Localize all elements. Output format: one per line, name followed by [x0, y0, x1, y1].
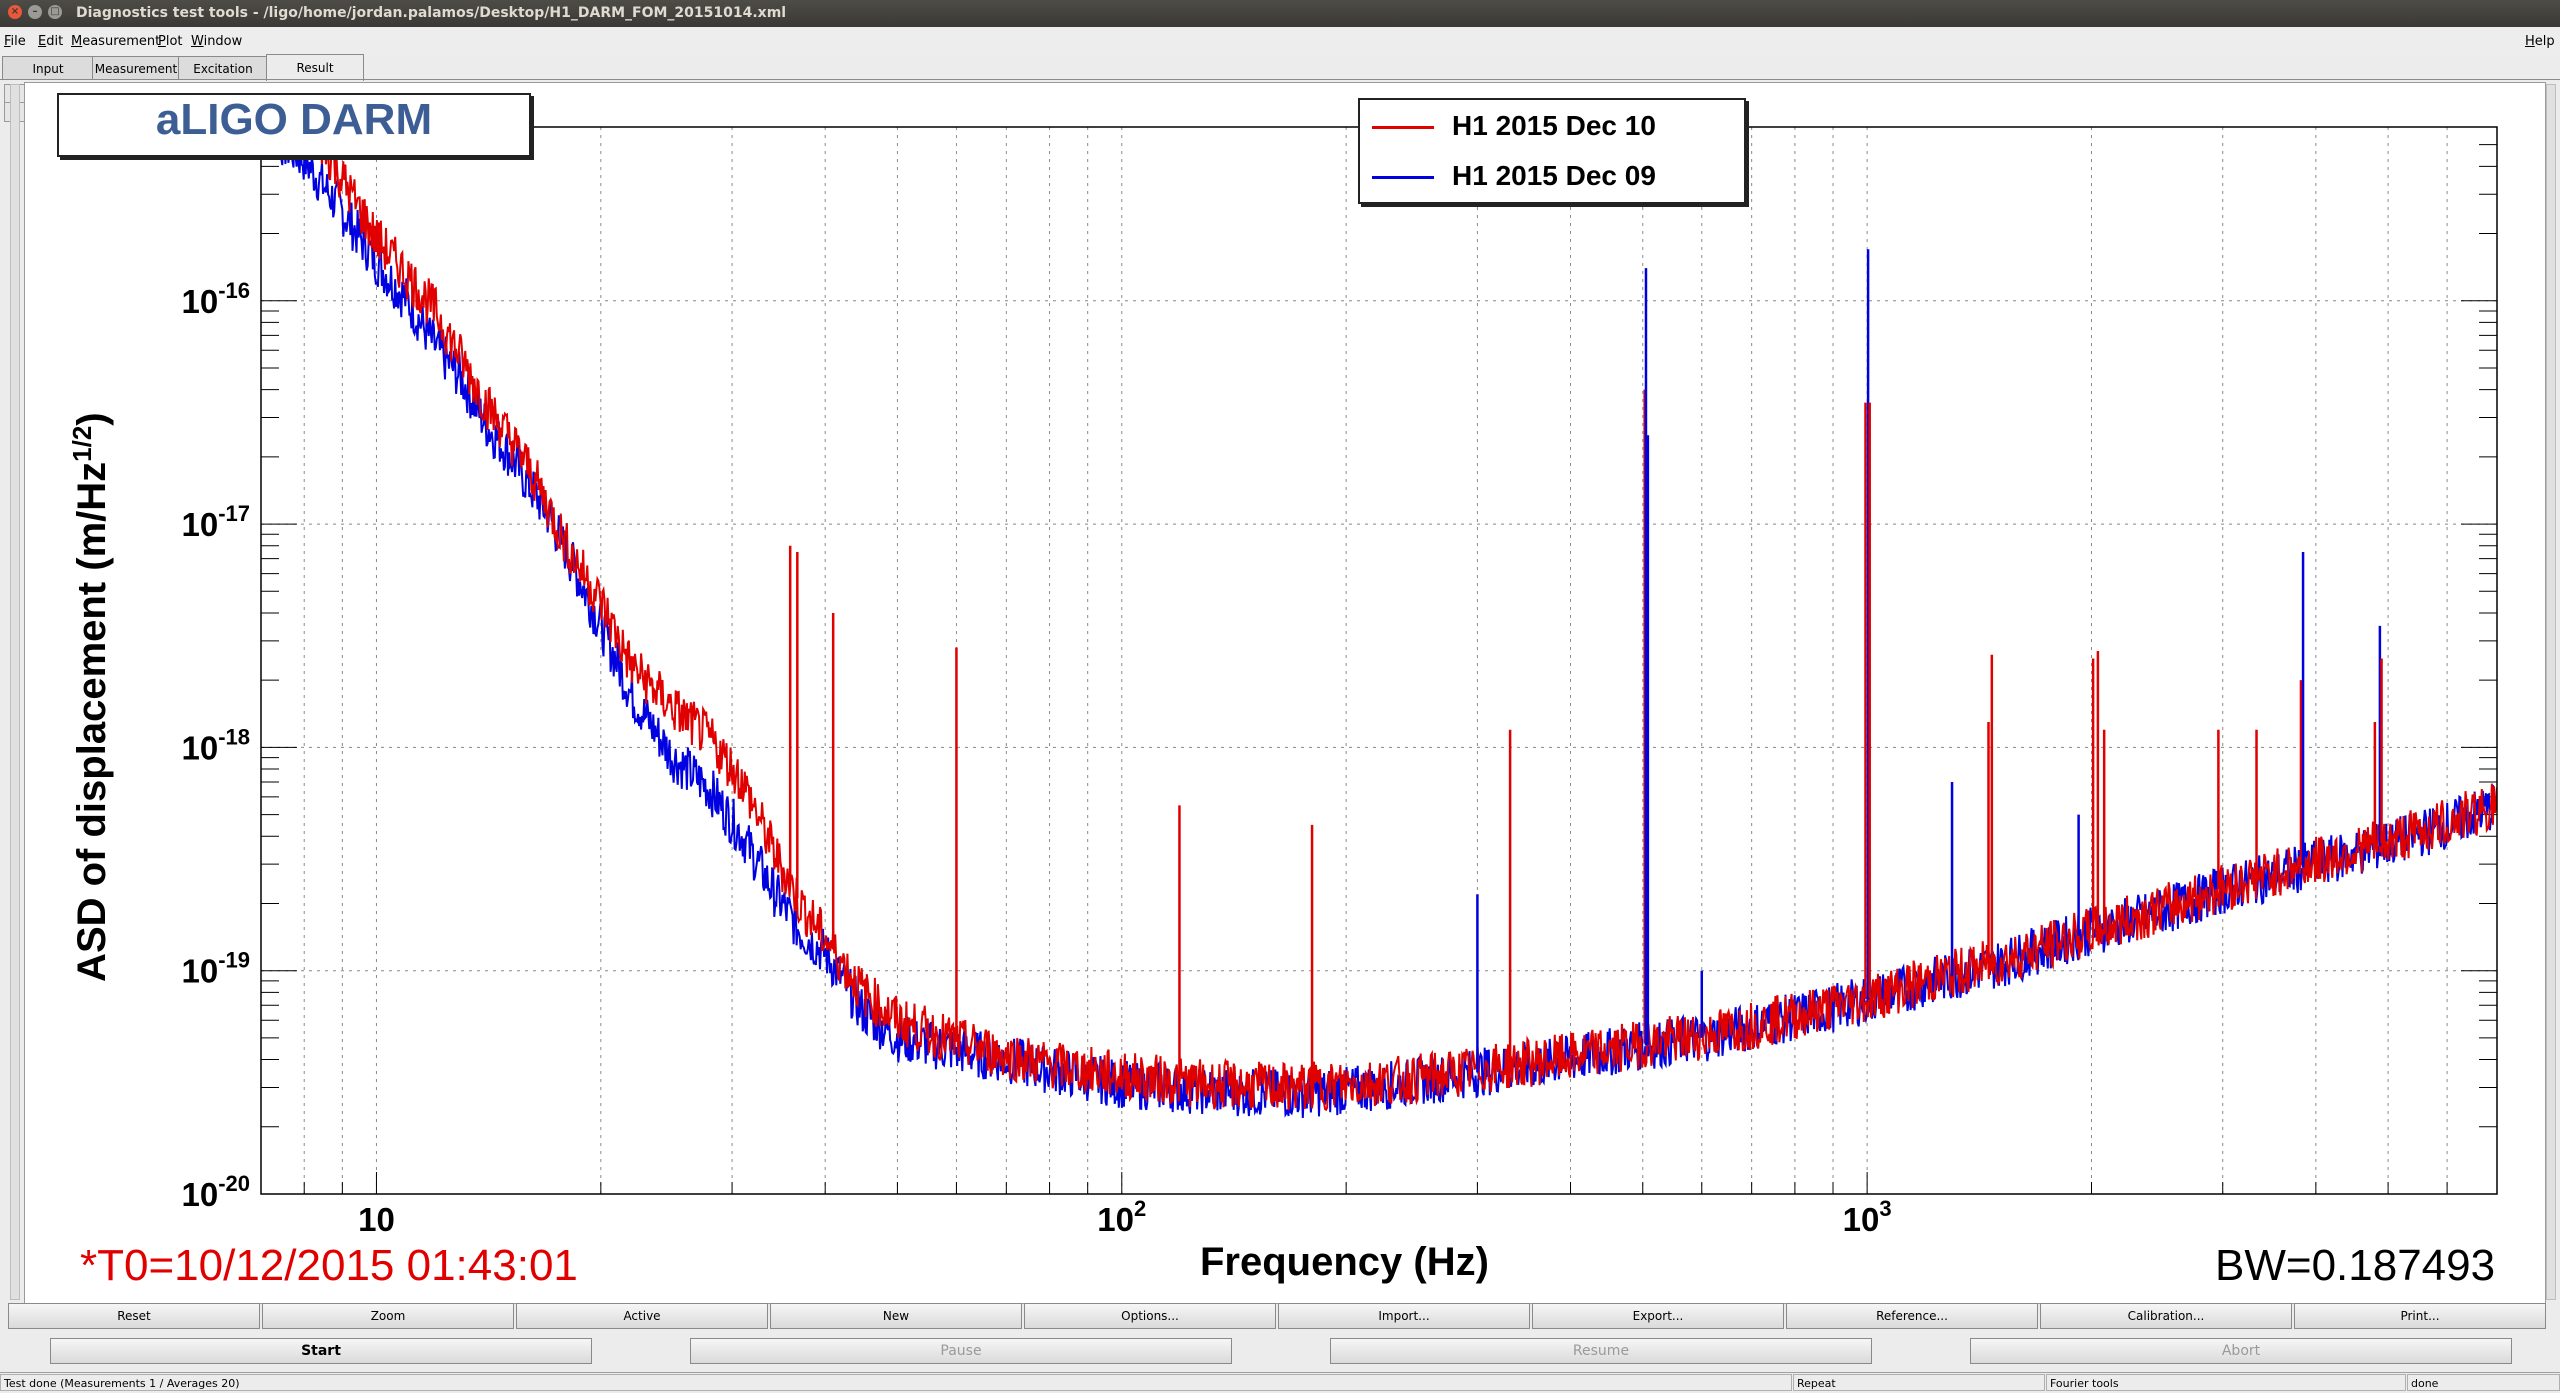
menu-measurement-label: easurement — [82, 34, 161, 49]
legend-swatch-dec09 — [1372, 176, 1434, 179]
menu-measurement-mnemonic: M — [71, 34, 83, 49]
left-scrollbar[interactable] — [10, 84, 20, 1300]
status-message: Test done (Measurements 1 / Averages 20) — [0, 1374, 1792, 1391]
menu-plot-mnemonic: P — [158, 34, 166, 49]
status-state: done — [2407, 1374, 2560, 1391]
abort-button[interactable]: Abort — [1970, 1338, 2512, 1364]
menu-measurement[interactable]: Measurement — [71, 34, 160, 49]
tab-input[interactable]: Input — [2, 56, 94, 79]
y-tick-label: 10-16 — [181, 278, 250, 320]
calibration-button[interactable]: Calibration... — [2040, 1303, 2292, 1329]
menu-window-label: indow — [203, 34, 243, 49]
legend-entry-dec09: H1 2015 Dec 09 — [1372, 152, 1732, 200]
measurement-control-buttons: Start Pause Resume Abort — [0, 1338, 2560, 1368]
close-window-button[interactable]: × — [8, 5, 22, 19]
plot-frame — [260, 126, 2498, 1195]
menu-help-label: elp — [2534, 34, 2555, 49]
active-button[interactable]: Active — [516, 1303, 768, 1329]
maximize-window-button[interactable]: □ — [48, 5, 62, 19]
x-tick-label: 103 — [1843, 1196, 1892, 1238]
y-tick-label: 10-17 — [181, 501, 250, 543]
resume-button[interactable]: Resume — [1330, 1338, 1872, 1364]
menu-help[interactable]: Help — [2525, 34, 2555, 49]
y-tick-label: 10-19 — [181, 948, 250, 990]
menu-plot[interactable]: Plot — [158, 34, 183, 49]
menu-help-mnemonic: H — [2525, 34, 2535, 49]
menu-file-label: ile — [10, 34, 26, 49]
right-scrollbar[interactable] — [2546, 84, 2556, 1300]
plot-control-buttons: Reset Zoom Active New Options... Import.… — [8, 1303, 2548, 1331]
asd-plot: 10 102 103 10-16 10-17 10-18 10-19 10-20 — [181, 126, 2498, 1238]
new-button[interactable]: New — [770, 1303, 1022, 1329]
status-tool: Fourier tools — [2046, 1374, 2406, 1391]
legend[interactable]: H1 2015 Dec 10 H1 2015 Dec 09 — [1358, 98, 1746, 204]
status-repeat: Repeat — [1793, 1374, 2045, 1391]
plot-canvas[interactable]: 10 102 103 10-16 10-17 10-18 10-19 10-20 aLIGO … — [24, 82, 2546, 1304]
start-button[interactable]: Start — [50, 1338, 592, 1364]
tab-excitation[interactable]: Excitation — [178, 56, 268, 79]
reset-button[interactable]: Reset — [8, 1303, 260, 1329]
t0-timestamp: *T0=10/12/2015 01:43:01 — [80, 1241, 578, 1290]
menu-edit-label: dit — [46, 34, 64, 49]
menu-edit[interactable]: Edit — [38, 34, 63, 49]
import-button[interactable]: Import... — [1278, 1303, 1530, 1329]
print-button[interactable]: Print... — [2294, 1303, 2546, 1329]
bandwidth-readout: BW=0.187493 — [2215, 1241, 2496, 1290]
export-button[interactable]: Export... — [1532, 1303, 1784, 1329]
x-tick-label: 102 — [1097, 1196, 1146, 1238]
legend-entry-dec10: H1 2015 Dec 10 — [1372, 102, 1732, 150]
y-axis-label: ASD of displacement (m/Hz1/2) — [66, 412, 115, 982]
series-line-dec10 — [307, 127, 2497, 1112]
menu-plot-label: lot — [165, 34, 183, 49]
menu-edit-mnemonic: E — [38, 34, 47, 49]
legend-label-dec09: H1 2015 Dec 09 — [1452, 160, 1656, 191]
tab-measurement[interactable]: Measurement — [92, 56, 180, 79]
minimize-icon: – — [32, 6, 38, 17]
pause-button[interactable]: Pause — [690, 1338, 1232, 1364]
menu-file[interactable]: File — [4, 34, 26, 49]
zoom-button[interactable]: Zoom — [262, 1303, 514, 1329]
window-titlebar: × – □ Diagnostics test tools - /ligo/hom… — [0, 0, 2560, 27]
menu-bar: File Edit Measurement Plot Window Help — [0, 27, 2560, 56]
tab-divider — [0, 79, 2560, 80]
menu-window[interactable]: Window — [191, 34, 242, 49]
x-tick-label: 10 — [358, 1201, 395, 1238]
close-icon: × — [10, 6, 20, 17]
plot-title-box: aLIGO DARM — [57, 93, 531, 157]
plot-title: aLIGO DARM — [155, 95, 433, 144]
tab-result[interactable]: Result — [266, 54, 364, 81]
maximize-icon: □ — [50, 6, 60, 17]
y-tick-label: 10-18 — [181, 724, 250, 766]
x-axis-label: Frequency (Hz) — [1200, 1240, 1489, 1284]
legend-label-dec10: H1 2015 Dec 10 — [1452, 110, 1656, 141]
series-line-dec09 — [261, 127, 2497, 1119]
options-button[interactable]: Options... — [1024, 1303, 1276, 1329]
reference-button[interactable]: Reference... — [1786, 1303, 2038, 1329]
legend-swatch-dec10 — [1372, 126, 1434, 129]
minimize-window-button[interactable]: – — [28, 5, 42, 19]
y-tick-label: 10-20 — [181, 1171, 250, 1213]
window-title: Diagnostics test tools - /ligo/home/jord… — [76, 5, 787, 21]
status-bar: Test done (Measurements 1 / Averages 20)… — [0, 1372, 2560, 1393]
menu-window-mnemonic: W — [191, 34, 204, 49]
